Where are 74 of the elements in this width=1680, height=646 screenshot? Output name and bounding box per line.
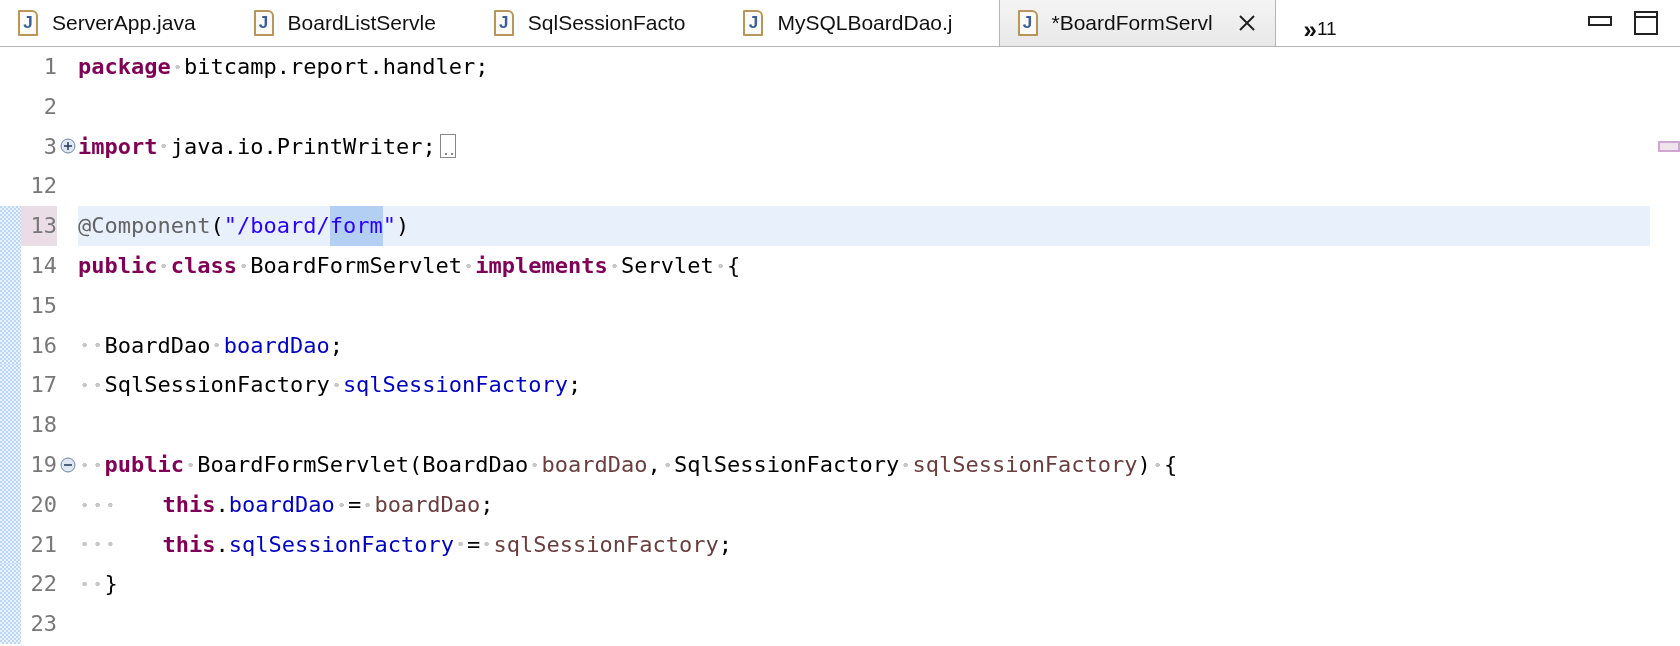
code-text: )	[395, 212, 410, 241]
code-text: ,	[647, 450, 661, 479]
field-name: boardDao	[223, 331, 330, 360]
keyword: public	[104, 450, 184, 479]
keyword: implements	[475, 252, 608, 280]
java-file-icon: J	[1017, 10, 1038, 36]
code-text: ;	[568, 371, 582, 400]
code-text: Servlet	[621, 252, 714, 280]
code-text: .	[215, 530, 229, 559]
line-number: 2	[42, 92, 57, 121]
close-icon[interactable]	[1236, 13, 1257, 33]
maximize-icon[interactable]	[1634, 11, 1658, 35]
line-number: 17	[29, 371, 57, 400]
code-text: ;	[480, 490, 494, 519]
editor-tab[interactable]: J BoardListServle	[235, 0, 476, 46]
keyword: package	[78, 53, 171, 81]
selected-text: form	[329, 206, 383, 246]
field-name: boardDao	[228, 490, 335, 519]
code-text: (	[210, 212, 224, 241]
parameter-name: boardDao	[541, 450, 648, 479]
java-file-icon: J	[493, 10, 514, 36]
code-text: BoardFormServlet(BoardDao	[197, 450, 529, 479]
java-file-icon: J	[18, 10, 38, 36]
editor-tab[interactable]: J *BoardFormServl	[998, 0, 1276, 46]
code-text: SqlSessionFactory	[104, 371, 330, 400]
editor-tab[interactable]: J MySQLBoardDao.j	[725, 0, 993, 46]
editor-tab[interactable]: J SqlSessionFacto	[475, 0, 726, 46]
keyword: class	[170, 252, 237, 280]
keyword: this	[162, 490, 216, 519]
editor-tab[interactable]: J ServerApp.java	[0, 0, 236, 46]
code-text: )	[1137, 450, 1151, 479]
keyword: import	[78, 132, 158, 161]
code-text: {	[727, 252, 741, 280]
code-text: =	[467, 530, 481, 559]
line-number: 18	[29, 411, 57, 440]
line-number: 14	[29, 252, 57, 280]
parameter-name: sqlSessionFactory	[912, 450, 1138, 479]
tab-overflow-button[interactable]: »11	[1303, 6, 1337, 40]
code-text: BoardDao	[104, 331, 211, 360]
line-number: 19	[29, 450, 57, 479]
code-text: .	[215, 490, 229, 519]
line-number: 23	[29, 610, 57, 639]
line-number: 21	[29, 530, 57, 559]
line-number: 16	[29, 331, 57, 360]
line-number: 3	[42, 132, 57, 161]
code-text: ;	[329, 331, 343, 360]
field-name: sqlSessionFactory	[228, 530, 454, 559]
code-text: SqlSessionFactory	[674, 450, 900, 479]
field-name: sqlSessionFactory	[342, 371, 569, 400]
code-text: }	[104, 570, 118, 599]
parameter-name: sqlSessionFactory	[493, 530, 719, 559]
line-number: 20	[29, 490, 57, 519]
line-number: 13	[21, 206, 57, 246]
annotation: @Component	[78, 212, 211, 241]
code-text: =	[347, 490, 362, 519]
keyword: public	[78, 252, 158, 280]
code-text: BoardFormServlet	[250, 252, 463, 280]
line-number: 22	[29, 570, 57, 599]
code-text: bitcamp.report.handler;	[183, 53, 489, 81]
line-number: 1	[42, 53, 57, 81]
keyword: this	[162, 530, 216, 559]
java-file-icon: J	[253, 10, 274, 36]
code-text: {	[1164, 450, 1178, 479]
collapse-icon[interactable]	[59, 456, 76, 473]
line-number: 12	[29, 172, 57, 201]
expand-icon[interactable]	[59, 138, 76, 155]
string-literal: "/board/	[223, 212, 330, 241]
parameter-name: boardDao	[374, 490, 481, 519]
line-number: 15	[29, 291, 57, 320]
string-literal: "	[382, 212, 396, 241]
folded-code-marker[interactable]	[439, 134, 456, 159]
code-text: java.io.PrintWriter;	[170, 132, 436, 161]
java-file-icon: J	[743, 10, 764, 36]
code-text: ;	[718, 530, 732, 559]
